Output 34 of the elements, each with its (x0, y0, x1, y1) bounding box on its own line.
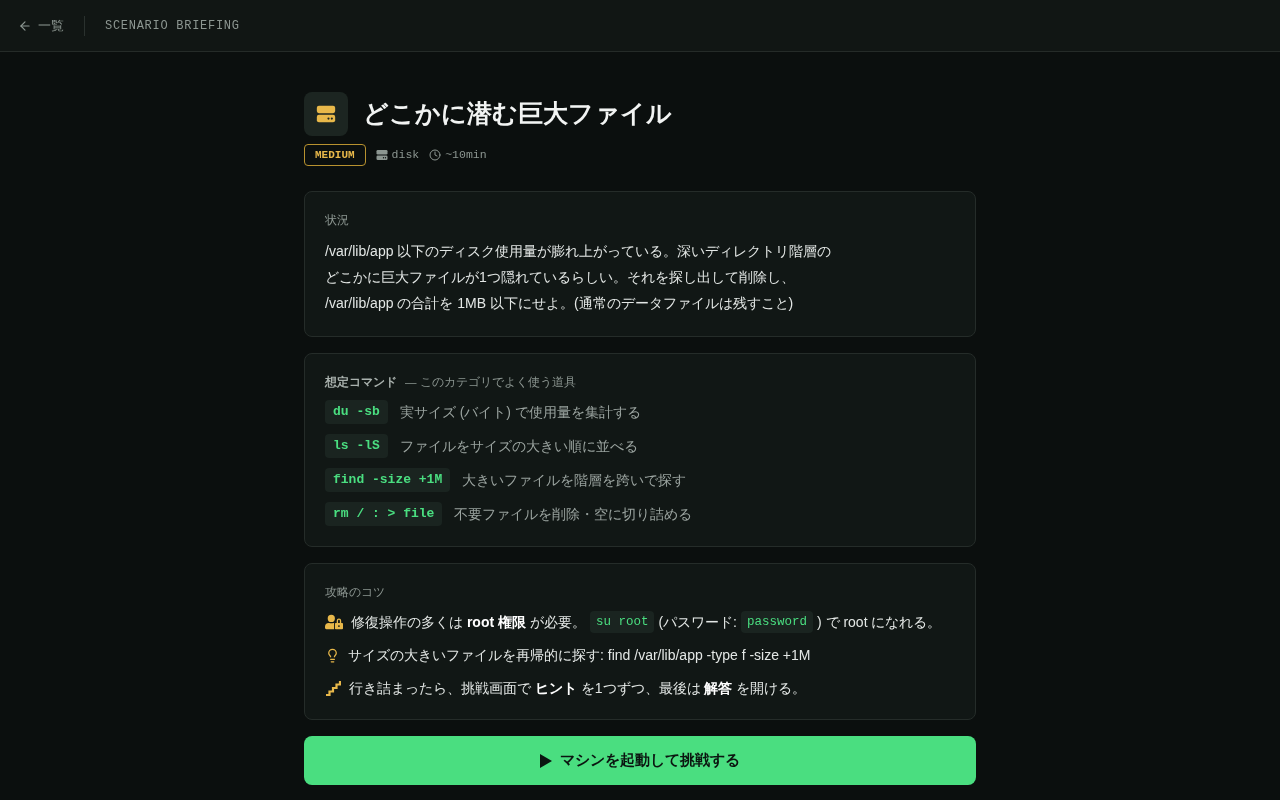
command-description: ファイルをサイズの大きい順に並べる (399, 436, 638, 456)
user-lock-icon (325, 613, 343, 631)
card-heading: 想定コマンド (325, 374, 397, 390)
command-description: 実サイズ (バイト) で使用量を集計する (399, 402, 641, 422)
command-code: du -sb (325, 400, 388, 424)
difficulty-badge: MEDIUM (304, 144, 366, 166)
stairs-icon (325, 680, 341, 696)
clock-icon (429, 149, 442, 161)
command-code: find -size +1M (325, 468, 451, 492)
card-heading: 攻略のコツ (325, 585, 386, 600)
back-link[interactable]: 一覧 (18, 15, 84, 36)
hard-drive-icon (304, 92, 348, 136)
page-title: SCENARIO BRIEFING (105, 17, 240, 35)
inline-code: su root (589, 610, 655, 634)
lightbulb-icon (325, 647, 340, 663)
card-subheading: — このカテゴリでよく使う道具 (405, 375, 576, 390)
scenario-title: どこかに潜む巨大ファイル (363, 98, 672, 130)
tip-text: サイズの大きいファイルを再帰的に探す: find /var/lib/app -type f -size +1M (348, 645, 811, 665)
command-code: rm / : > file (325, 502, 443, 526)
inline-code: password (740, 610, 813, 634)
tip-text: 修復操作の多くは root 権限 が必要。 (351, 612, 586, 632)
duration-label: ~10min (445, 147, 487, 164)
start-button[interactable]: マシンを起動して挑戦する (304, 736, 976, 785)
situation-text: /var/lib/app 以下のディスク使用量が膨れ上がっている。深いディレクトリ階層の どこかに巨大ファイルが1つ隠れているらしい。それを探し出して削除し、 /var/lib/app の合計を 1MB 以下にせよ。(通常のデータファイルは残すこと) (325, 242, 832, 313)
command-description: 大きいファイルを階層を跨いで探す (462, 470, 687, 490)
tip-text: (パスワード: (658, 612, 737, 632)
card-heading: 状況 (325, 213, 350, 228)
disk-icon (375, 149, 388, 161)
command-description: 不要ファイルを削除・空に切り詰める (454, 504, 693, 524)
category-label: disk (391, 147, 420, 164)
play-icon (540, 753, 552, 768)
tip-text: 行き詰まったら、挑戦画面で ヒント を1つずつ、最後は 解答 を開ける。 (349, 678, 807, 698)
command-code: ls -lS (325, 434, 388, 458)
tip-text: ) で root になれる。 (817, 612, 942, 632)
